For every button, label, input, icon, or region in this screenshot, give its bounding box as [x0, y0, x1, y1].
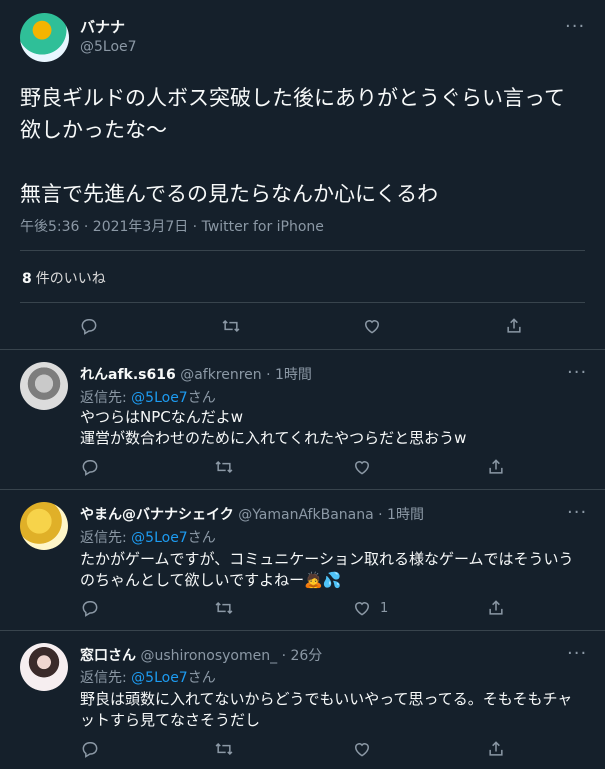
display-name[interactable]: れんafk.s616	[80, 367, 176, 383]
reply-text: 野良は頭数に入れてないからどうでもいいやって思ってる。そもそもチャットすら見てな…	[80, 690, 573, 729]
heart-icon	[354, 461, 370, 475]
share-icon	[507, 318, 521, 333]
reply-icon	[82, 742, 98, 758]
share-icon	[489, 741, 503, 756]
reply-button[interactable]	[80, 598, 100, 618]
share-button[interactable]	[504, 316, 524, 336]
reply-prefix: 返信先:	[80, 670, 127, 686]
like-button[interactable]: 1	[352, 598, 388, 618]
share-button[interactable]	[486, 739, 506, 759]
tweet-text: 野良ギルドの人ボス突破した後にありがとうぐらい言って欲しかったな〜 無言で先進ん…	[20, 86, 565, 206]
reply-to-link[interactable]: @5Loe7	[131, 530, 188, 546]
reply-suffix: さん	[187, 390, 216, 406]
like-button[interactable]	[352, 457, 380, 477]
reply-suffix: さん	[187, 530, 216, 546]
likes-label: 件のいいね	[35, 271, 106, 287]
reply-to-link[interactable]: @5Loe7	[131, 390, 188, 406]
handle[interactable]: @ushironosyomen_	[140, 648, 277, 664]
more-options-icon[interactable]: ···	[567, 502, 587, 523]
avatar[interactable]	[20, 362, 68, 410]
reply-to-link[interactable]: @5Loe7	[131, 670, 188, 686]
avatar[interactable]	[20, 502, 68, 550]
reply-icon	[82, 460, 98, 476]
retweet-icon	[222, 319, 240, 333]
heart-icon	[364, 320, 380, 334]
reply-text: たかがゲームですが、コミュニケーション取れる様なゲームではそういうのちゃんとして…	[80, 550, 574, 589]
handle[interactable]: @afkrenren	[180, 367, 261, 383]
heart-icon	[354, 602, 370, 616]
reply-prefix: 返信先:	[80, 390, 127, 406]
retweet-icon	[215, 742, 233, 756]
retweet-icon	[215, 460, 233, 474]
share-icon	[489, 459, 503, 474]
heart-icon	[354, 743, 370, 757]
timestamp[interactable]: · 1時間	[266, 367, 312, 383]
retweet-icon	[215, 601, 233, 615]
likes-count: 8	[22, 271, 32, 287]
like-button[interactable]	[362, 316, 382, 336]
display-name[interactable]: やまん@バナナシェイク	[80, 507, 234, 523]
divider	[0, 349, 605, 350]
share-button[interactable]	[486, 457, 506, 477]
reply-context: 返信先: @5Loe7さん	[80, 667, 216, 687]
divider	[0, 630, 605, 631]
share-button[interactable]	[486, 598, 506, 618]
handle[interactable]: @5Loe7	[80, 39, 137, 55]
like-count: 1	[380, 600, 389, 616]
retweet-button[interactable]	[214, 457, 234, 477]
reply-icon	[82, 601, 98, 617]
retweet-button[interactable]	[221, 316, 241, 336]
reply-button[interactable]	[79, 316, 99, 336]
share-icon	[489, 600, 503, 615]
reply-header: 窓口さん @ushironosyomen_ · 26分	[80, 645, 322, 665]
display-name[interactable]: バナナ	[80, 16, 125, 37]
reply-header: れんafk.s616 @afkrenren · 1時間	[80, 364, 312, 384]
reply-context: 返信先: @5Loe7さん	[80, 527, 216, 547]
avatar[interactable]	[20, 13, 69, 62]
more-options-icon[interactable]: ···	[567, 362, 587, 383]
retweet-button[interactable]	[214, 598, 234, 618]
more-options-icon[interactable]: ···	[567, 643, 587, 664]
more-options-icon[interactable]: ···	[565, 16, 585, 37]
divider	[0, 489, 605, 490]
divider	[20, 250, 585, 251]
timestamp[interactable]: · 26分	[282, 648, 323, 664]
retweet-button[interactable]	[214, 739, 234, 759]
reply-context: 返信先: @5Loe7さん	[80, 387, 216, 407]
tweet-meta[interactable]: 午後5:36 · 2021年3月7日 · Twitter for iPhone	[20, 216, 324, 236]
reply-header: やまん@バナナシェイク @YamanAfkBanana · 1時間	[80, 504, 424, 524]
handle[interactable]: @YamanAfkBanana	[238, 507, 374, 523]
reply-icon	[81, 319, 97, 335]
divider	[20, 302, 585, 303]
avatar[interactable]	[20, 643, 68, 691]
display-name[interactable]: 窓口さん	[80, 648, 136, 664]
reply-button[interactable]	[80, 457, 100, 477]
like-button[interactable]	[352, 739, 380, 759]
likes-summary[interactable]: 8 件のいいね	[22, 268, 106, 288]
reply-text: やつらはNPCなんだよw 運営が数合わせのために入れてくれたやつらだと思おうw	[80, 408, 467, 447]
reply-suffix: さん	[187, 670, 216, 686]
reply-button[interactable]	[80, 739, 100, 759]
reply-prefix: 返信先:	[80, 530, 127, 546]
timestamp[interactable]: · 1時間	[378, 507, 424, 523]
